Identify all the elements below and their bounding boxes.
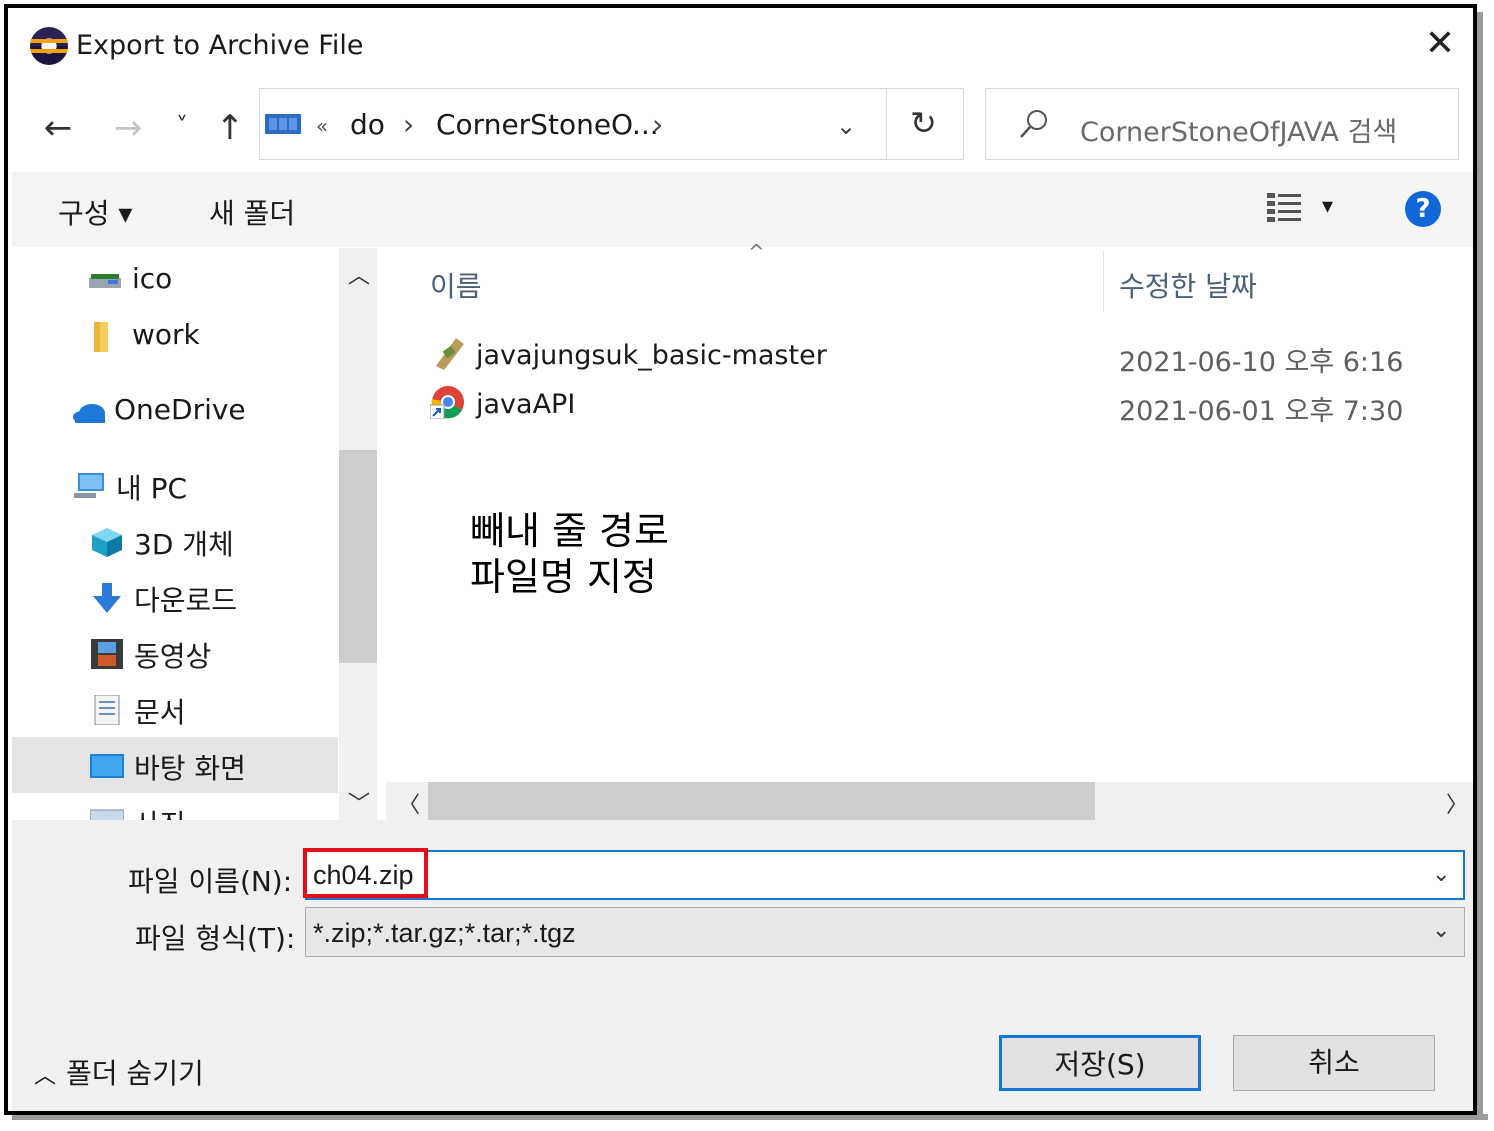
sidebar-item-label: ico [132,262,173,295]
hide-folders-label: 폴더 숨기기 [66,1057,204,1090]
sidebar-item-label: 내 PC [116,472,188,505]
breadcrumb-item-do[interactable]: do [350,108,385,141]
search-placeholder: CornerStoneOfJAVA 검색 [1080,117,1398,148]
address-divider [886,88,887,160]
file-type-value[interactable]: *.zip;*.tar.gz;*.tar;*.tgz [313,918,576,949]
window-shadow-right [1477,12,1483,1120]
file-date: 2021-06-01 오후 7:30 [1119,396,1404,427]
sidebar-item-label: 3D 개체 [134,528,234,561]
file-date: 2021-06-10 오후 6:16 [1119,347,1404,378]
nav-clip: 사진 [12,793,338,820]
folder-path-icon [265,114,301,134]
download-icon [93,583,121,613]
close-icon[interactable]: ✕ [1422,26,1458,62]
archive-icon [436,338,464,370]
sidebar-item-label: 사진 [134,803,186,820]
chrome-shortcut-icon [430,386,464,419]
search-icon [1020,110,1047,138]
sidebar-item-label: 문서 [134,696,186,729]
document-icon [94,695,120,725]
breadcrumb-overflow[interactable]: « [316,114,328,138]
scroll-up-icon[interactable]: ︿ [348,258,370,290]
cloud-icon [73,404,105,423]
view-options-chevron-icon[interactable]: ▾ [1322,194,1333,219]
desktop-icon [90,754,124,778]
organize-menu-button[interactable]: 구성 ▾ [58,192,132,232]
help-icon[interactable]: ? [1405,191,1441,227]
chevron-up-icon: ︿ [34,1064,57,1089]
address-dropdown-chevron-icon[interactable]: ⌄ [836,112,856,140]
recent-locations-chevron-icon[interactable]: ˅ [168,112,196,140]
annotation-text: 빼내 줄 경로 파일명 지정 [470,509,669,599]
file-name-input[interactable] [305,850,1465,900]
drive-icon [89,274,121,288]
file-name: javajungsuk_basic-master [476,340,827,371]
file-name-dropdown-chevron-icon[interactable]: ⌄ [1432,862,1450,887]
sidebar-item-label: work [132,318,200,351]
folder-icon [94,322,108,352]
nav-scrollbar-thumb[interactable] [339,450,377,663]
view-details-icon[interactable] [1267,192,1303,222]
column-divider[interactable] [1103,250,1104,312]
picture-icon [90,809,124,820]
highlight-box [303,848,428,898]
scroll-down-icon[interactable]: ﹀ [348,786,370,818]
hide-folders-toggle[interactable]: ︿ 폴더 숨기기 [34,1052,204,1092]
refresh-icon[interactable]: ↻ [910,104,937,142]
file-type-label: 파일 형식(T): [135,922,296,955]
pc-icon [74,473,104,498]
new-folder-button[interactable]: 새 폴더 [209,192,295,232]
scroll-right-icon[interactable]: 〉 [1446,787,1468,819]
back-button[interactable]: ← [38,108,78,148]
forward-button[interactable]: → [108,108,148,148]
column-header-date[interactable]: 수정한 날짜 [1119,265,1257,305]
sidebar-item-label: 다운로드 [134,584,238,617]
breadcrumb-item-cornerstone[interactable]: CornerStoneO... [436,108,659,141]
file-type-dropdown-chevron-icon[interactable]: ⌄ [1432,918,1450,943]
file-name-label: 파일 이름(N): [128,865,293,898]
up-button[interactable]: ↑ [210,108,250,148]
cube-icon [92,528,122,557]
eclipse-logo-icon [30,27,68,65]
sidebar-item-label: 바탕 화면 [134,752,246,785]
cancel-button[interactable]: 취소 [1233,1035,1435,1091]
sidebar-item-label: 동영상 [134,640,212,673]
file-scrollbar-thumb[interactable] [428,782,1095,820]
window-title: Export to Archive File [76,30,364,61]
scroll-left-icon[interactable]: 〈 [398,787,420,819]
sort-ascending-icon: ^ [748,240,765,264]
column-header-name[interactable]: 이름 [430,265,482,305]
sidebar-item-label: OneDrive [114,393,246,426]
save-button[interactable]: 저장(S) [999,1035,1201,1091]
breadcrumb-separator[interactable]: › [403,108,414,141]
video-icon [91,639,123,669]
breadcrumb-separator[interactable]: › [652,108,663,141]
file-name: javaAPI [476,389,576,420]
